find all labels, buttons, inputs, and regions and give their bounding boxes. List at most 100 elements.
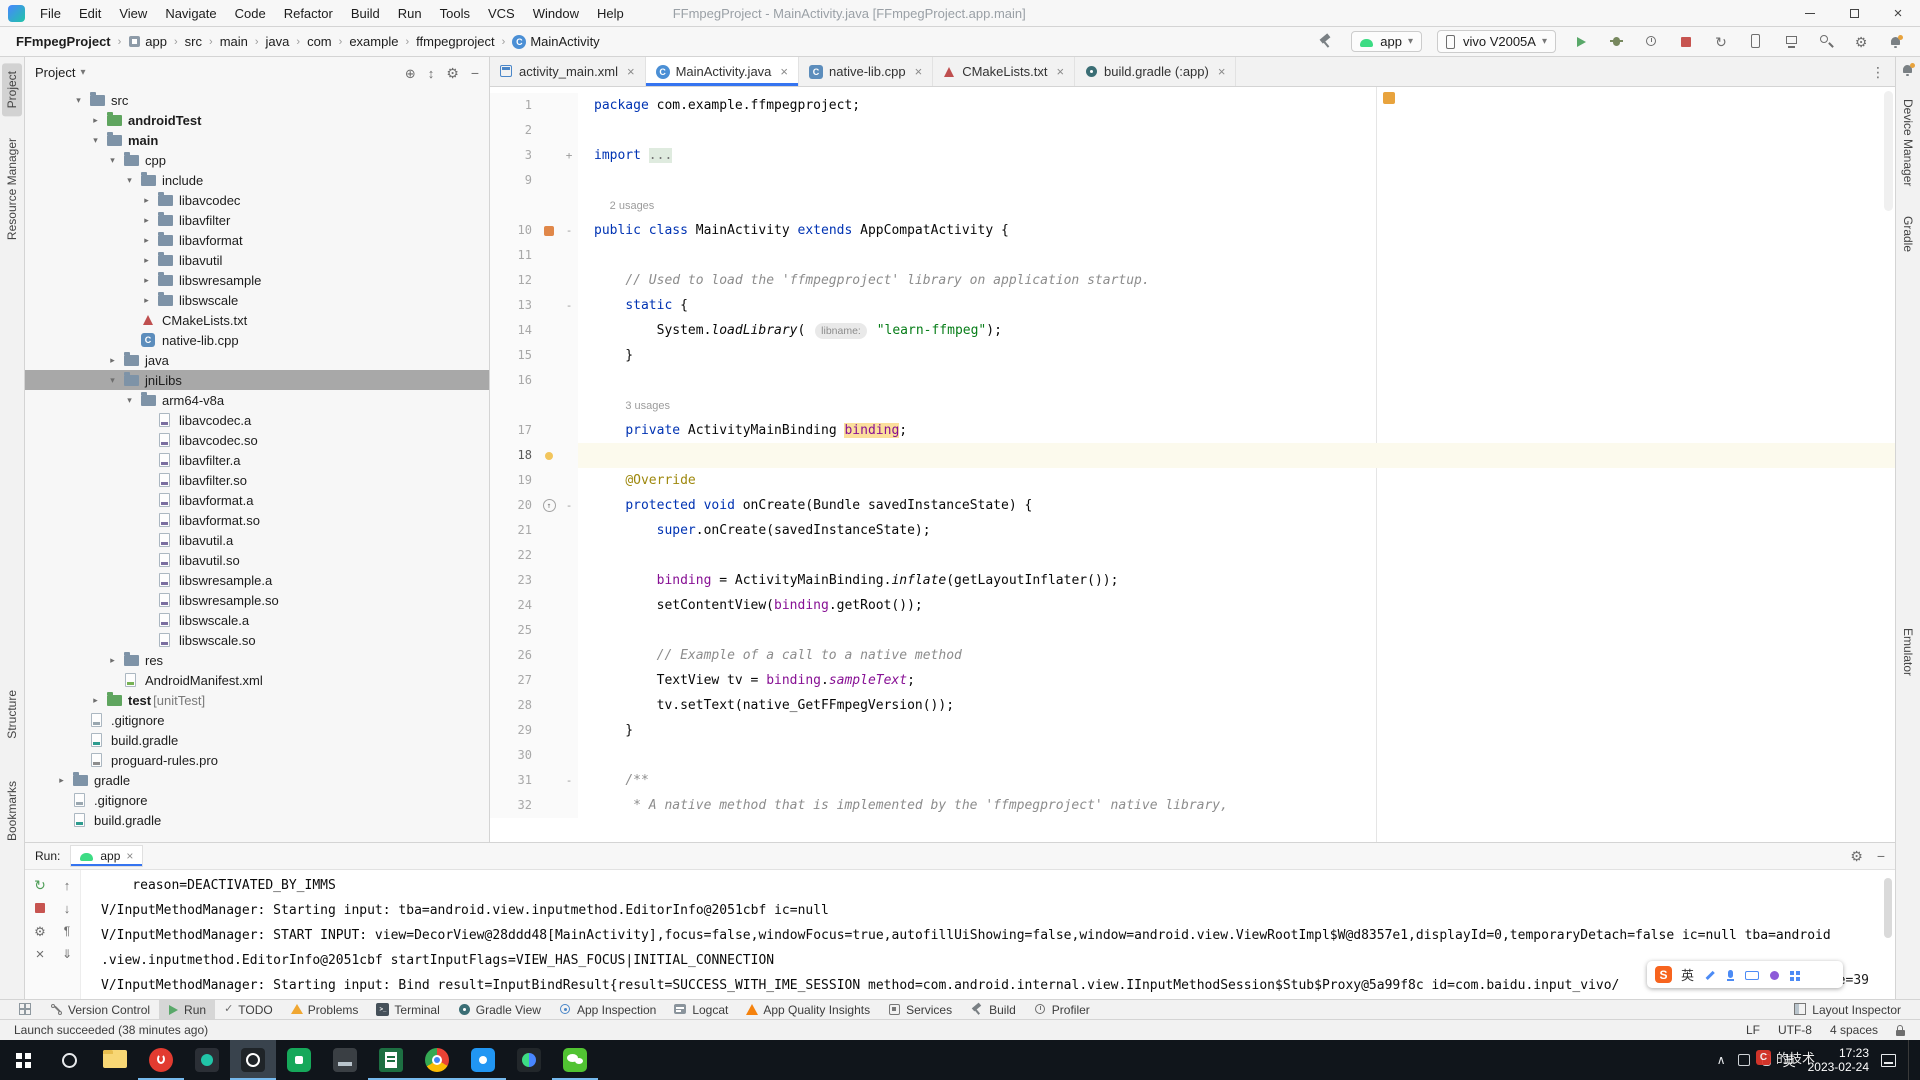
- scroll-to-end-button[interactable]: ⇓: [56, 944, 78, 964]
- taskbar-wps-button[interactable]: [276, 1040, 322, 1080]
- code-line-15[interactable]: 15 }: [490, 343, 1895, 368]
- tree-item-include[interactable]: ▾include: [25, 170, 489, 190]
- editor-tab-mainactivity-java[interactable]: CMainActivity.java×: [646, 57, 799, 86]
- taskbar-android-studio-icon-button[interactable]: [506, 1040, 552, 1080]
- chevron-right-icon[interactable]: ▸: [87, 695, 104, 706]
- prev-occurrence-button[interactable]: ↑: [56, 875, 78, 895]
- maximize-button[interactable]: [1832, 0, 1876, 27]
- tree-item-libavformat-so[interactable]: libavformat.so: [25, 510, 489, 530]
- menu-navigate[interactable]: Navigate: [156, 2, 225, 25]
- code-line-18[interactable]: 18: [490, 443, 1895, 468]
- run-tab-app[interactable]: app ×: [70, 845, 143, 867]
- run-panel-settings-button[interactable]: ⚙: [1850, 849, 1863, 864]
- code-line-2[interactable]: 2: [490, 118, 1895, 143]
- tool-stripe-resource-manager[interactable]: Resource Manager: [2, 130, 22, 248]
- device-selector[interactable]: vivo V2005A ▾: [1437, 30, 1556, 52]
- chevron-right-icon[interactable]: ▸: [138, 275, 155, 286]
- tool-stripe-emulator[interactable]: Emulator: [1898, 620, 1918, 684]
- tree-item-libavcodec-so[interactable]: libavcodec.so: [25, 430, 489, 450]
- taskbar-android-studio-button[interactable]: [230, 1040, 276, 1080]
- edit-settings-button[interactable]: ⚙: [29, 921, 51, 941]
- code-line-13[interactable]: 13- static {: [490, 293, 1895, 318]
- project-hide-button[interactable]: −: [471, 64, 479, 80]
- code-editor[interactable]: 1package com.example.ffmpegproject;23+im…: [490, 87, 1895, 842]
- show-desktop-button[interactable]: [1908, 1040, 1914, 1080]
- tree-item-gradle[interactable]: ▸gradle: [25, 770, 489, 790]
- ime-pen-button[interactable]: [1703, 967, 1716, 982]
- taskbar-capture-app-button[interactable]: [322, 1040, 368, 1080]
- build-button[interactable]: [1316, 32, 1336, 52]
- chevron-right-icon[interactable]: ▸: [138, 215, 155, 226]
- breadcrumb-example[interactable]: example: [347, 32, 400, 51]
- close-icon[interactable]: ×: [1056, 64, 1064, 79]
- menu-run[interactable]: Run: [389, 2, 431, 25]
- tool-window-button-layout-inspector[interactable]: Layout Inspector: [1785, 1000, 1910, 1020]
- tool-window-button-terminal[interactable]: >_Terminal: [367, 1000, 448, 1020]
- chevron-right-icon[interactable]: ▸: [138, 235, 155, 246]
- chevron-right-icon[interactable]: ▸: [138, 255, 155, 266]
- close-icon[interactable]: ×: [1218, 64, 1226, 79]
- menu-view[interactable]: View: [110, 2, 156, 25]
- tree-item-libswscale-a[interactable]: libswscale.a: [25, 610, 489, 630]
- status-message[interactable]: Launch succeeded (38 minutes ago): [14, 1023, 208, 1037]
- code-line-11[interactable]: 11: [490, 243, 1895, 268]
- taskbar-music-app-button[interactable]: [138, 1040, 184, 1080]
- tree-item-libavutil-a[interactable]: libavutil.a: [25, 530, 489, 550]
- code-line-32[interactable]: 32 * A native method that is implemented…: [490, 793, 1895, 818]
- taskbar-clock[interactable]: 17:23 2023-02-24: [1808, 1046, 1869, 1074]
- tree-item-libavcodec-a[interactable]: libavcodec.a: [25, 410, 489, 430]
- tool-window-button-gradle-view[interactable]: Gradle View: [449, 1000, 550, 1020]
- editor-tab-native-lib-cpp[interactable]: Cnative-lib.cpp×: [799, 57, 933, 86]
- taskbar-excel-button[interactable]: [368, 1040, 414, 1080]
- tree-item--gitignore[interactable]: .gitignore: [25, 790, 489, 810]
- soft-wrap-button[interactable]: ¶: [56, 921, 78, 941]
- taskbar-wechat-button[interactable]: [552, 1040, 598, 1080]
- code-line-20[interactable]: 20↑- protected void onCreate(Bundle save…: [490, 493, 1895, 518]
- tree-item-native-lib-cpp[interactable]: Cnative-lib.cpp: [25, 330, 489, 350]
- start-button[interactable]: [0, 1040, 46, 1080]
- taskbar-browser-app-button[interactable]: [460, 1040, 506, 1080]
- editor-tab-build-gradle-app-[interactable]: build.gradle (:app)×: [1075, 57, 1236, 86]
- tool-window-button-profiler[interactable]: Profiler: [1025, 1000, 1099, 1020]
- stop-button[interactable]: [1676, 32, 1696, 52]
- menu-tools[interactable]: Tools: [431, 2, 479, 25]
- sync-button[interactable]: ↻: [1711, 32, 1731, 52]
- tree-item-libavutil[interactable]: ▸libavutil: [25, 250, 489, 270]
- tree-item-libswscale-so[interactable]: libswscale.so: [25, 630, 489, 650]
- tree-item-androidmanifest-xml[interactable]: AndroidManifest.xml: [25, 670, 489, 690]
- tree-item-libavfilter-a[interactable]: libavfilter.a: [25, 450, 489, 470]
- close-icon[interactable]: ×: [780, 64, 788, 79]
- fold-marker[interactable]: -: [560, 218, 578, 243]
- next-occurrence-button[interactable]: ↓: [56, 898, 78, 918]
- device-manager-button[interactable]: [1746, 32, 1766, 52]
- chevron-right-icon[interactable]: ▸: [104, 355, 121, 366]
- code-line-17[interactable]: 17 private ActivityMainBinding binding;: [490, 418, 1895, 443]
- menu-edit[interactable]: Edit: [70, 2, 110, 25]
- action-center-icon[interactable]: [1881, 1054, 1896, 1067]
- tool-stripe-gradle[interactable]: Gradle: [1898, 208, 1918, 260]
- run-config-selector[interactable]: app ▾: [1351, 31, 1422, 52]
- tree-item--gitignore[interactable]: .gitignore: [25, 710, 489, 730]
- ime-logo-icon[interactable]: S: [1655, 966, 1672, 983]
- code-line-12[interactable]: 12 // Used to load the 'ffmpegproject' l…: [490, 268, 1895, 293]
- breadcrumb-ffmpegproject[interactable]: ffmpegproject: [414, 32, 497, 51]
- run-panel-hide-button[interactable]: −: [1877, 849, 1885, 864]
- code-annotation[interactable]: 2 usages: [490, 193, 1895, 218]
- tool-window-button-app-inspection[interactable]: App Inspection: [550, 1000, 665, 1020]
- settings-button[interactable]: ⚙: [1851, 32, 1871, 52]
- sdk-manager-button[interactable]: [1781, 32, 1801, 52]
- code-line-21[interactable]: 21 super.onCreate(savedInstanceState);: [490, 518, 1895, 543]
- tool-window-button-build[interactable]: Build: [961, 1000, 1025, 1020]
- chevron-down-icon[interactable]: ▾: [80, 67, 85, 78]
- close-icon[interactable]: ×: [126, 849, 133, 863]
- menu-refactor[interactable]: Refactor: [275, 2, 342, 25]
- tool-window-button-services[interactable]: Services: [879, 1000, 961, 1020]
- menu-file[interactable]: File: [31, 2, 70, 25]
- tree-item-proguard-rules-pro[interactable]: proguard-rules.pro: [25, 750, 489, 770]
- ime-language-toggle[interactable]: 英: [1681, 965, 1694, 984]
- code-line-3[interactable]: 3+import ...: [490, 143, 1895, 168]
- profile-button[interactable]: [1641, 32, 1661, 52]
- fold-marker[interactable]: -: [560, 293, 578, 318]
- ime-mic-button[interactable]: [1725, 967, 1736, 982]
- tool-stripe-bookmarks[interactable]: Bookmarks: [2, 773, 22, 849]
